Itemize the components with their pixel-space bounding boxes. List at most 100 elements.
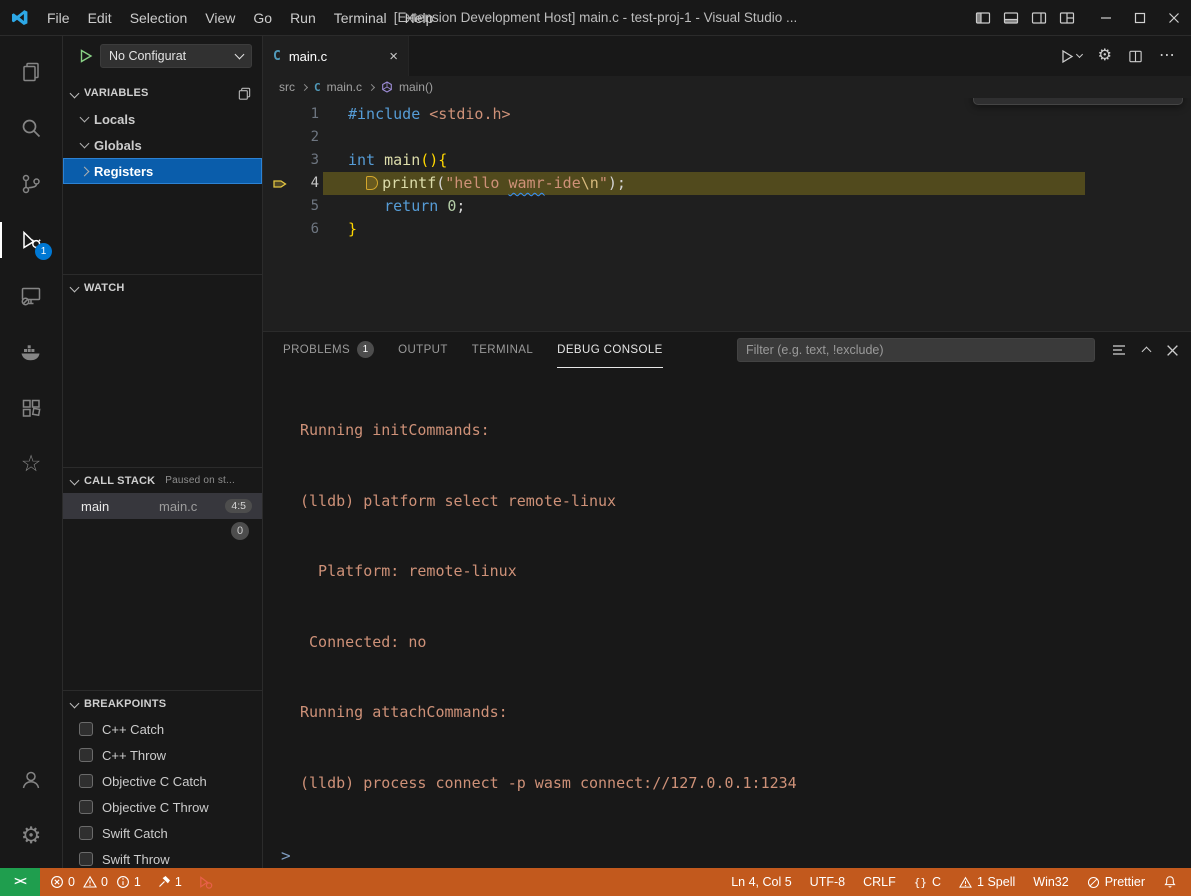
menu-go[interactable]: Go xyxy=(244,5,281,31)
tab-terminal[interactable]: TERMINAL xyxy=(472,332,533,368)
glyph-margin[interactable] xyxy=(263,218,297,241)
breakpoint-swift-catch[interactable]: Swift Catch xyxy=(63,820,262,846)
explorer-icon[interactable] xyxy=(0,44,62,100)
tab-output[interactable]: OUTPUT xyxy=(398,332,448,368)
window-controls xyxy=(961,0,1191,35)
breakpoint-objc-catch[interactable]: Objective C Catch xyxy=(63,768,262,794)
account-icon[interactable] xyxy=(0,752,62,808)
checkbox[interactable] xyxy=(79,722,93,736)
menu-terminal[interactable]: Terminal xyxy=(325,5,396,31)
platform-indicator[interactable]: Win32 xyxy=(1033,875,1068,889)
menu-selection[interactable]: Selection xyxy=(121,5,197,31)
notifications-bell-icon[interactable] xyxy=(1163,875,1177,889)
breakpoint-objc-throw[interactable]: Objective C Throw xyxy=(63,794,262,820)
code-token: main xyxy=(384,151,420,169)
variables-item-globals[interactable]: Globals xyxy=(63,132,262,158)
encoding-indicator[interactable]: UTF-8 xyxy=(810,875,845,889)
debug-status-icon[interactable] xyxy=(198,875,213,890)
breadcrumb-src[interactable]: src xyxy=(279,80,295,94)
problems-status[interactable]: 0 0 1 xyxy=(50,875,141,889)
toolbar-drag-handle[interactable] xyxy=(980,98,994,102)
toggle-panel-icon[interactable] xyxy=(1003,10,1019,26)
close-button[interactable] xyxy=(1157,0,1191,35)
run-and-debug-icon[interactable]: 1 xyxy=(0,212,62,268)
code-token xyxy=(348,174,366,192)
call-stack-frame-row[interactable]: main main.c 4:5 xyxy=(63,493,262,519)
glyph-margin[interactable] xyxy=(263,103,297,126)
console-line: (lldb) platform select remote-linux xyxy=(300,490,1191,514)
menu-run[interactable]: Run xyxy=(281,5,325,31)
current-instruction-pointer-icon[interactable] xyxy=(263,172,297,195)
glyph-margin[interactable] xyxy=(263,126,297,149)
spell-checker-status[interactable]: 1 Spell xyxy=(959,875,1015,889)
debug-console-input[interactable]: > xyxy=(263,842,1191,868)
breadcrumb-file[interactable]: main.c xyxy=(327,80,362,94)
debug-console-output[interactable]: Running initCommands: (lldb) platform se… xyxy=(263,368,1191,842)
more-actions-icon[interactable]: ⋯ xyxy=(1159,48,1175,64)
breakpoint-cpp-throw[interactable]: C++ Throw xyxy=(63,742,262,768)
panel-close-icon[interactable] xyxy=(1166,344,1179,357)
variables-item-locals[interactable]: Locals xyxy=(63,106,262,132)
inline-breakpoint-icon[interactable] xyxy=(366,176,378,190)
call-stack-section-header[interactable]: CALL STACK Paused on st... xyxy=(63,467,262,493)
glyph-margin[interactable] xyxy=(263,195,297,218)
checkbox[interactable] xyxy=(79,800,93,814)
checkbox[interactable] xyxy=(79,748,93,762)
settings-gear-icon[interactable]: ⚙ xyxy=(0,808,62,864)
star-icon[interactable]: ☆ xyxy=(0,436,62,492)
warning-count: 0 xyxy=(101,875,108,889)
step-over-icon[interactable] xyxy=(1026,98,1052,102)
variables-actions-icon[interactable] xyxy=(237,86,252,101)
console-filter-input[interactable] xyxy=(737,338,1095,362)
checkbox[interactable] xyxy=(79,852,93,866)
language-mode[interactable]: {}C xyxy=(914,875,941,889)
eol-indicator[interactable]: CRLF xyxy=(863,875,896,889)
tab-debug-console[interactable]: DEBUG CONSOLE xyxy=(557,332,663,368)
step-out-icon[interactable] xyxy=(1084,98,1110,102)
toolchain-status[interactable]: 1 xyxy=(157,875,182,889)
cursor-position[interactable]: Ln 4, Col 5 xyxy=(731,875,791,889)
breakpoint-swift-throw[interactable]: Swift Throw xyxy=(63,846,262,868)
maximize-button[interactable] xyxy=(1123,0,1157,35)
toggle-sidebar-icon[interactable] xyxy=(975,10,991,26)
restart-icon[interactable] xyxy=(1113,98,1139,102)
console-lines-icon[interactable] xyxy=(1111,342,1127,358)
continue-icon[interactable] xyxy=(997,98,1023,102)
tab-problems[interactable]: PROBLEMS1 xyxy=(283,332,374,368)
disconnect-icon[interactable] xyxy=(1142,98,1168,102)
start-debugging-icon[interactable] xyxy=(79,49,93,63)
breakpoints-section-header[interactable]: BREAKPOINTS xyxy=(63,690,262,716)
checkbox[interactable] xyxy=(79,826,93,840)
split-editor-icon[interactable] xyxy=(1128,49,1143,64)
breakpoint-cpp-catch[interactable]: C++ Catch xyxy=(63,716,262,742)
remote-targets-icon[interactable] xyxy=(0,268,62,324)
customize-layout-icon[interactable] xyxy=(1059,10,1075,26)
launch-configuration-dropdown[interactable]: No Configurat xyxy=(100,44,252,68)
checkbox[interactable] xyxy=(79,774,93,788)
tab-close-icon[interactable]: × xyxy=(389,48,398,65)
menu-edit[interactable]: Edit xyxy=(79,5,121,31)
panel-expand-icon[interactable] xyxy=(1142,347,1152,357)
watch-section-header[interactable]: WATCH xyxy=(63,274,262,300)
menu-view[interactable]: View xyxy=(196,5,244,31)
code-editor[interactable]: 1 #include <stdio.h> 2 3 int main(){ xyxy=(263,98,1191,331)
docker-icon[interactable] xyxy=(0,324,62,380)
remote-indicator[interactable]: >< xyxy=(0,868,40,896)
tab-main-c[interactable]: C main.c × xyxy=(263,36,409,76)
source-control-icon[interactable] xyxy=(0,156,62,212)
variables-item-registers[interactable]: Registers xyxy=(63,158,262,184)
minimize-button[interactable] xyxy=(1089,0,1123,35)
breadcrumb-symbol[interactable]: main() xyxy=(399,80,433,94)
extensions-icon[interactable] xyxy=(0,380,62,436)
symbol-method-icon xyxy=(381,81,393,93)
search-icon[interactable] xyxy=(0,100,62,156)
code-line-5: 5 return 0; xyxy=(263,195,1191,218)
glyph-margin[interactable] xyxy=(263,149,297,172)
settings-gear-icon[interactable]: ⚙ xyxy=(1098,48,1112,64)
toggle-secondary-sidebar-icon[interactable] xyxy=(1031,10,1047,26)
menu-file[interactable]: File xyxy=(38,5,79,31)
variables-section-header[interactable]: VARIABLES xyxy=(63,80,262,106)
run-or-debug-icon[interactable] xyxy=(1060,49,1082,64)
step-into-icon[interactable] xyxy=(1055,98,1081,102)
formatter-status[interactable]: Prettier xyxy=(1087,875,1145,889)
